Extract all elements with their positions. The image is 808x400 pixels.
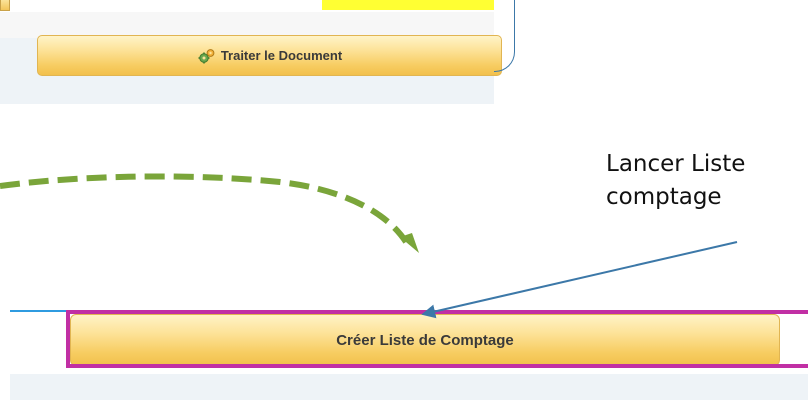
- callout-arrow: [421, 241, 738, 319]
- process-document-button[interactable]: Traiter le Document: [37, 35, 502, 76]
- small-button[interactable]: [0, 0, 10, 11]
- dashed-arrow-head: [400, 233, 419, 253]
- callout-bracket: [494, 0, 515, 72]
- annotation-line-1: Lancer Liste: [606, 151, 746, 177]
- dashed-curved-arrow: [0, 173, 409, 244]
- highlighted-field[interactable]: [322, 0, 494, 10]
- bottom-form-footer: [10, 374, 808, 400]
- bottom-screenshot-crop: Créer Liste de Comptage: [0, 310, 808, 400]
- annotation-text: Lancer Liste comptage: [606, 148, 808, 214]
- process-document-label: Traiter le Document: [220, 48, 343, 63]
- gears-icon: [198, 48, 215, 63]
- annotation-line-2: comptage: [606, 184, 722, 210]
- create-count-list-label: Créer Liste de Comptage: [336, 331, 514, 349]
- create-count-list-button[interactable]: Créer Liste de Comptage: [70, 314, 780, 366]
